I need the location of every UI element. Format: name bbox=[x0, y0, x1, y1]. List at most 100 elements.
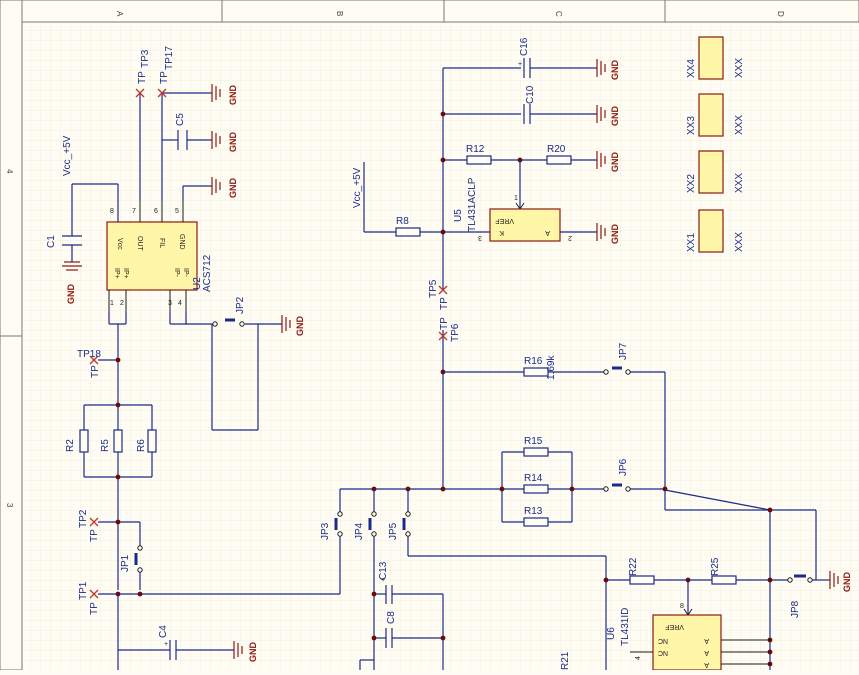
tp1-label: TP1 bbox=[78, 581, 89, 600]
xx3-label: XX3 bbox=[686, 116, 697, 135]
u2-part: ACS712 bbox=[202, 254, 213, 292]
tp6-label: TP6 bbox=[450, 323, 461, 342]
tp6-tp-label: TP bbox=[439, 317, 450, 330]
r15-label: R15 bbox=[524, 436, 543, 447]
r22-label: R22 bbox=[628, 557, 639, 576]
tp3-label: TP3 bbox=[140, 49, 151, 68]
r12-label: R12 bbox=[466, 144, 485, 155]
r8-label: R8 bbox=[396, 216, 409, 227]
tp2-label: TP2 bbox=[78, 509, 89, 528]
zone-label-b: B bbox=[335, 11, 344, 16]
xx1-label: XX1 bbox=[686, 233, 697, 252]
gnd-tp17-label: GND bbox=[228, 85, 238, 106]
jp2-label: JP2 bbox=[235, 296, 246, 314]
zone-label-d: D bbox=[776, 11, 785, 17]
gnd-r20-label: GND bbox=[610, 152, 620, 173]
c1-label: C1 bbox=[46, 235, 57, 248]
r6-label: R6 bbox=[136, 439, 147, 452]
c10-label: C10 bbox=[525, 85, 536, 104]
xx2-value: XXX bbox=[734, 173, 745, 193]
vcc-mid-label: Vcc_+5V bbox=[352, 167, 363, 208]
u5-num-2: 2 bbox=[568, 234, 572, 241]
schematic-sheet: A B C D 4 3 Vcc_+5V C1 GND Vcc OUT FIL G… bbox=[0, 0, 859, 671]
u5-k: K bbox=[499, 229, 504, 236]
c16-plus: + bbox=[518, 61, 522, 68]
u2-pin-ip-plus-1: IP+ bbox=[113, 268, 120, 279]
u5-vref: VREF bbox=[495, 217, 514, 224]
u2-num-7: 7 bbox=[132, 208, 136, 215]
xx2-label: XX2 bbox=[686, 174, 697, 193]
u2-num-4: 4 bbox=[178, 300, 182, 307]
tp18-tp-label: TP bbox=[90, 365, 101, 378]
gnd-u5-label: GND bbox=[610, 224, 620, 245]
xx4-value: XXX bbox=[734, 58, 745, 78]
u2-pin-out: OUT bbox=[136, 236, 143, 252]
u6-nc-1: NC bbox=[658, 637, 668, 644]
jp7-label: JP7 bbox=[618, 342, 629, 360]
u2-pin-fil: FIL bbox=[158, 238, 165, 248]
u6-vref: VREF bbox=[665, 623, 684, 630]
u6-nc-2: NC bbox=[658, 649, 668, 656]
u2-pin-ip-plus-2: IP+ bbox=[122, 268, 129, 279]
jp4-label: JP4 bbox=[354, 522, 365, 540]
gnd-u2-pin5-label: GND bbox=[228, 178, 238, 199]
gnd-jp2-label: GND bbox=[295, 316, 305, 337]
gnd-c16-label: GND bbox=[610, 60, 620, 81]
r5-label: R5 bbox=[100, 439, 111, 452]
tp2-tp-label: TP bbox=[89, 529, 100, 542]
r16-label: R16 bbox=[524, 356, 543, 367]
c5-label: C5 bbox=[175, 113, 186, 126]
u6-a-2: A bbox=[704, 649, 709, 656]
jp8-label: JP8 bbox=[790, 600, 801, 618]
gnd-c4-label: GND bbox=[248, 642, 258, 663]
gnd-c5-label: GND bbox=[228, 132, 238, 153]
xx1-value: XXX bbox=[734, 232, 745, 252]
zone-label-a: A bbox=[115, 11, 124, 17]
xx4-label: XX4 bbox=[686, 59, 697, 78]
gnd-c10-label: GND bbox=[610, 106, 620, 127]
u2-num-1: 1 bbox=[110, 300, 114, 307]
r25-label: R25 bbox=[710, 557, 721, 576]
zone-label-c: C bbox=[554, 11, 563, 17]
r21-label: R21 bbox=[560, 651, 571, 670]
c13-label: C13 bbox=[378, 561, 389, 580]
tp3-tp-label: TP bbox=[137, 71, 148, 84]
jp1-label: JP1 bbox=[120, 554, 131, 572]
zone-label-3: 3 bbox=[5, 503, 14, 508]
u6-ref: U6 bbox=[606, 627, 617, 640]
u2-pin-gnd: GND bbox=[178, 234, 185, 250]
tp17-label: TP17 bbox=[164, 46, 175, 70]
c16-label: C16 bbox=[519, 37, 530, 56]
jp3-label: JP3 bbox=[320, 522, 331, 540]
u2-num-2: 2 bbox=[120, 300, 124, 307]
gnd-jp8-label: GND bbox=[842, 572, 852, 593]
schematic-canvas: A B C D 4 3 Vcc_+5V C1 GND Vcc OUT FIL G… bbox=[0, 0, 859, 671]
tp1-tp-label: TP bbox=[89, 602, 100, 615]
r16-value: 1.69k bbox=[546, 355, 557, 380]
u6-num-8: 8 bbox=[680, 603, 684, 610]
xx3-value: XXX bbox=[734, 115, 745, 135]
c4-label: C4 bbox=[158, 625, 169, 638]
u6-a-3: A bbox=[704, 661, 709, 668]
tp17-tp-label: TP bbox=[159, 71, 170, 84]
u6-num-4: 4 bbox=[635, 656, 642, 660]
u5-ref: U5 bbox=[453, 209, 464, 222]
u2-pin-vcc: Vcc bbox=[116, 238, 123, 250]
tp18-label: TP18 bbox=[77, 349, 101, 360]
tp5-tp-label: TP bbox=[439, 297, 450, 310]
jp6-label: JP6 bbox=[618, 458, 629, 476]
u5-a: A bbox=[545, 229, 550, 236]
u5-num-3: 3 bbox=[478, 234, 482, 241]
u2-num-6: 6 bbox=[154, 208, 158, 215]
u2-pin-ip-minus-1: IP- bbox=[173, 268, 180, 278]
r20-label: R20 bbox=[547, 144, 566, 155]
tp5-label: TP5 bbox=[428, 279, 439, 298]
u2-num-5: 5 bbox=[175, 208, 179, 215]
r2-label: R2 bbox=[65, 439, 76, 452]
u6-part: TL431ID bbox=[620, 608, 631, 646]
u2-num-8: 8 bbox=[110, 208, 114, 215]
r13-label: R13 bbox=[524, 506, 543, 517]
c4-plus: + bbox=[164, 641, 168, 648]
u5-part: TL431ACLP bbox=[467, 177, 478, 232]
u2-pin-ip-minus-2: IP- bbox=[182, 268, 189, 278]
